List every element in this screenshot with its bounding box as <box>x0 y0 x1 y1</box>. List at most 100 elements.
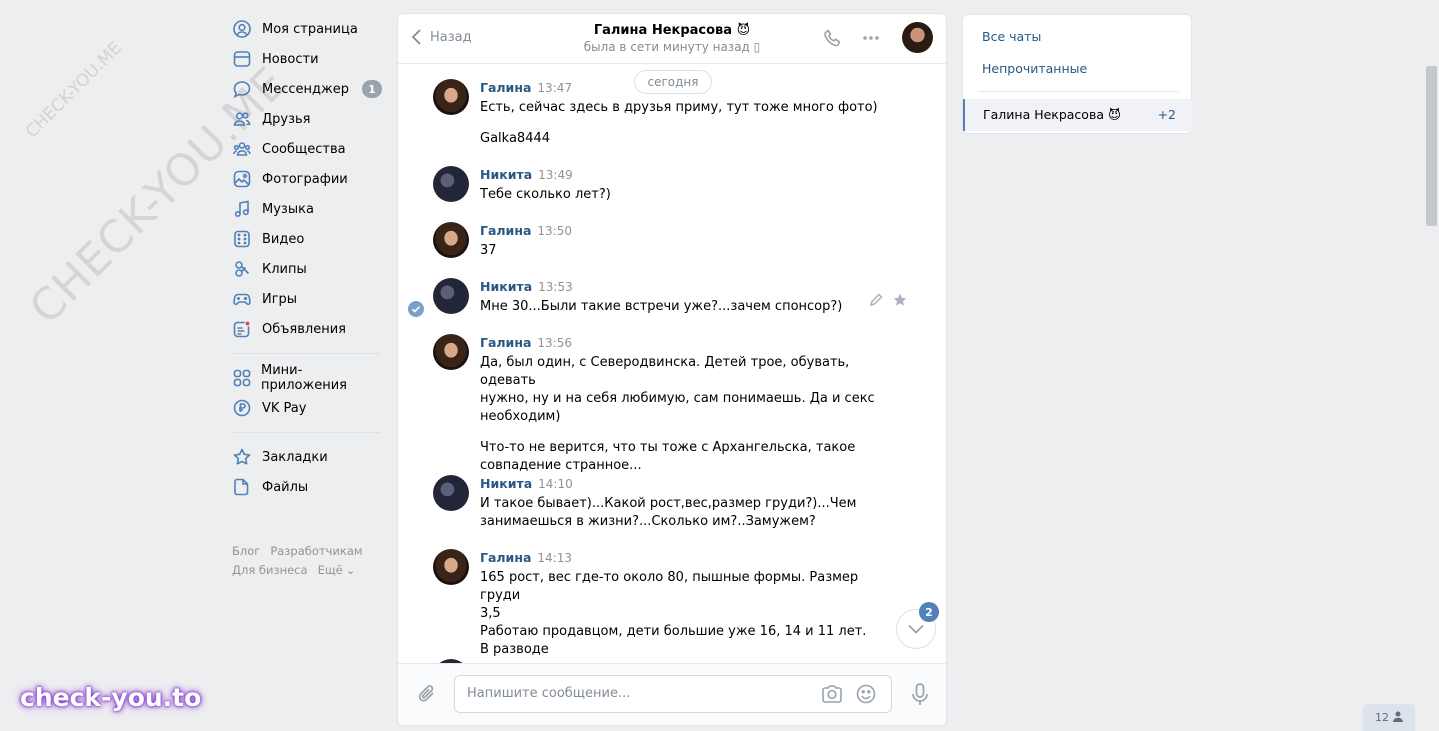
active-chat-count: +2 <box>1157 107 1176 122</box>
watermark-small: CHECK-YOU.ME <box>22 38 126 143</box>
message-time: 13:50 <box>537 224 572 238</box>
message-time: 13:49 <box>538 168 573 182</box>
nav-my-page[interactable]: Моя страница <box>230 14 382 44</box>
avatar[interactable] <box>433 79 469 115</box>
nav-label: Моя страница <box>262 21 358 37</box>
file-icon <box>232 477 252 497</box>
avatar[interactable] <box>433 166 469 202</box>
message-input[interactable] <box>467 686 807 701</box>
avatar[interactable] <box>433 222 469 258</box>
message-author[interactable]: Галина <box>480 550 531 565</box>
nav-friends[interactable]: Друзья <box>230 104 382 134</box>
friends-icon <box>232 109 252 129</box>
message-author[interactable]: Никита <box>480 279 532 294</box>
footer-dev-link[interactable]: Разработчикам <box>270 544 362 558</box>
star-icon[interactable] <box>893 293 907 311</box>
message-icon <box>232 79 252 99</box>
nav-vk-pay[interactable]: VK Pay <box>230 393 382 423</box>
footer-business-link[interactable]: Для бизнеса <box>232 563 308 577</box>
nav-mini-apps[interactable]: Мини-приложения <box>230 363 382 393</box>
composer <box>398 663 946 725</box>
avatar[interactable] <box>433 334 469 370</box>
messenger-badge: 1 <box>362 80 382 98</box>
nav-classifieds[interactable]: Объявления <box>230 314 382 344</box>
nav-communities[interactable]: Сообщества <box>230 134 382 164</box>
page-scrollbar[interactable] <box>1424 0 1439 731</box>
message-text: И такое бывает)...Какой рост,вес,размер … <box>480 495 880 531</box>
nav-label: Новости <box>262 51 319 67</box>
camera-button[interactable] <box>821 684 843 708</box>
nav-messenger[interactable]: Мессенджер 1 <box>230 74 382 104</box>
message-author[interactable]: Галина <box>480 80 531 95</box>
edit-pencil-icon[interactable] <box>869 293 883 311</box>
footer-more-link[interactable]: Ещё ⌄ <box>318 563 366 577</box>
apps-icon <box>232 368 251 388</box>
star-icon <box>232 447 252 467</box>
all-chats-link[interactable]: Все чаты <box>982 29 1041 44</box>
active-chat-item[interactable]: Галина Некрасова 😈 +2 <box>963 99 1192 131</box>
message-line: Работаю продавцом, дети большие уже 16, … <box>480 624 867 639</box>
message-line: И такое бывает)...Какой рост,вес,размер … <box>480 496 857 511</box>
message-time: 13:56 <box>537 336 572 350</box>
scrollbar-thumb[interactable] <box>1426 66 1437 226</box>
message-text: Galka8444 <box>480 131 551 146</box>
nav-photos[interactable]: Фотографии <box>230 164 382 194</box>
message-line: В разводе <box>480 642 549 657</box>
message-text: Что-то не верится, что ты тоже с Арханге… <box>480 439 880 475</box>
emoji-button[interactable] <box>856 684 876 708</box>
nav-clips[interactable]: Клипы <box>230 254 382 284</box>
peer-avatar[interactable] <box>902 22 933 53</box>
message-line: 3,5 <box>480 606 501 621</box>
nav-label: Музыка <box>262 201 314 217</box>
message-author[interactable]: Галина <box>480 335 531 350</box>
avatar[interactable] <box>433 475 469 511</box>
smile-icon <box>856 684 876 704</box>
news-icon <box>232 49 252 69</box>
voice-button[interactable] <box>910 683 930 711</box>
message-author[interactable]: Галина <box>480 223 531 238</box>
message-line: 165 рост, вес где-то около 80, пышные фо… <box>480 570 859 603</box>
message-time: 13:53 <box>538 280 573 294</box>
attach-button[interactable] <box>416 683 438 709</box>
communities-icon <box>232 139 252 159</box>
chat-panel: Назад Галина Некрасова 😈 была в сети мин… <box>397 13 947 726</box>
active-chat-name: Галина Некрасова 😈 <box>983 107 1121 122</box>
nav-label: Закладки <box>262 449 328 465</box>
nav-label: Объявления <box>262 321 346 337</box>
nav-bookmarks[interactable]: Закладки <box>230 442 382 472</box>
message-list[interactable]: сегодня Галина 13:47 Есть, сейчас здесь в… <box>398 65 946 663</box>
nav-label: Фотографии <box>262 171 348 187</box>
message-text: Мне 30...Были такие встречи уже?...зачем… <box>480 299 843 314</box>
message-author[interactable]: Никита <box>480 167 532 182</box>
selected-check-icon[interactable] <box>408 301 424 321</box>
nav-label: Клипы <box>262 261 307 277</box>
photo-icon <box>232 169 252 189</box>
back-button[interactable]: Назад <box>412 29 472 45</box>
chevron-down-icon <box>908 624 924 634</box>
video-icon <box>232 229 252 249</box>
nav-games[interactable]: Игры <box>230 284 382 314</box>
peer-status-text: была в сети минуту назад <box>583 40 750 54</box>
online-friends-button[interactable]: 12 <box>1363 704 1415 731</box>
nav-divider <box>232 353 380 354</box>
chevron-left-icon <box>412 29 421 45</box>
nav-music[interactable]: Музыка <box>230 194 382 224</box>
message-time: 14:10 <box>538 477 573 491</box>
more-button[interactable] <box>861 28 881 52</box>
nav-label: Игры <box>262 291 298 307</box>
message-line: Да, был один, с Северодвинска. Детей тро… <box>480 355 850 388</box>
paperclip-icon <box>418 685 434 702</box>
message-author[interactable]: Никита <box>480 476 532 491</box>
clips-icon <box>232 259 252 279</box>
nav-video[interactable]: Видео <box>230 224 382 254</box>
avatar[interactable] <box>433 278 469 314</box>
microphone-icon <box>912 683 928 705</box>
call-button[interactable] <box>823 28 843 52</box>
message-text: 165 рост, вес где-то около 80, пышные фо… <box>480 569 880 659</box>
nav-files[interactable]: Файлы <box>230 472 382 502</box>
avatar[interactable] <box>433 549 469 585</box>
footer-blog-link[interactable]: Блог <box>232 544 260 558</box>
unread-chats-link[interactable]: Непрочитанные <box>982 61 1087 76</box>
nav-news[interactable]: Новости <box>230 44 382 74</box>
message-line: совпадение странное... <box>480 458 642 473</box>
